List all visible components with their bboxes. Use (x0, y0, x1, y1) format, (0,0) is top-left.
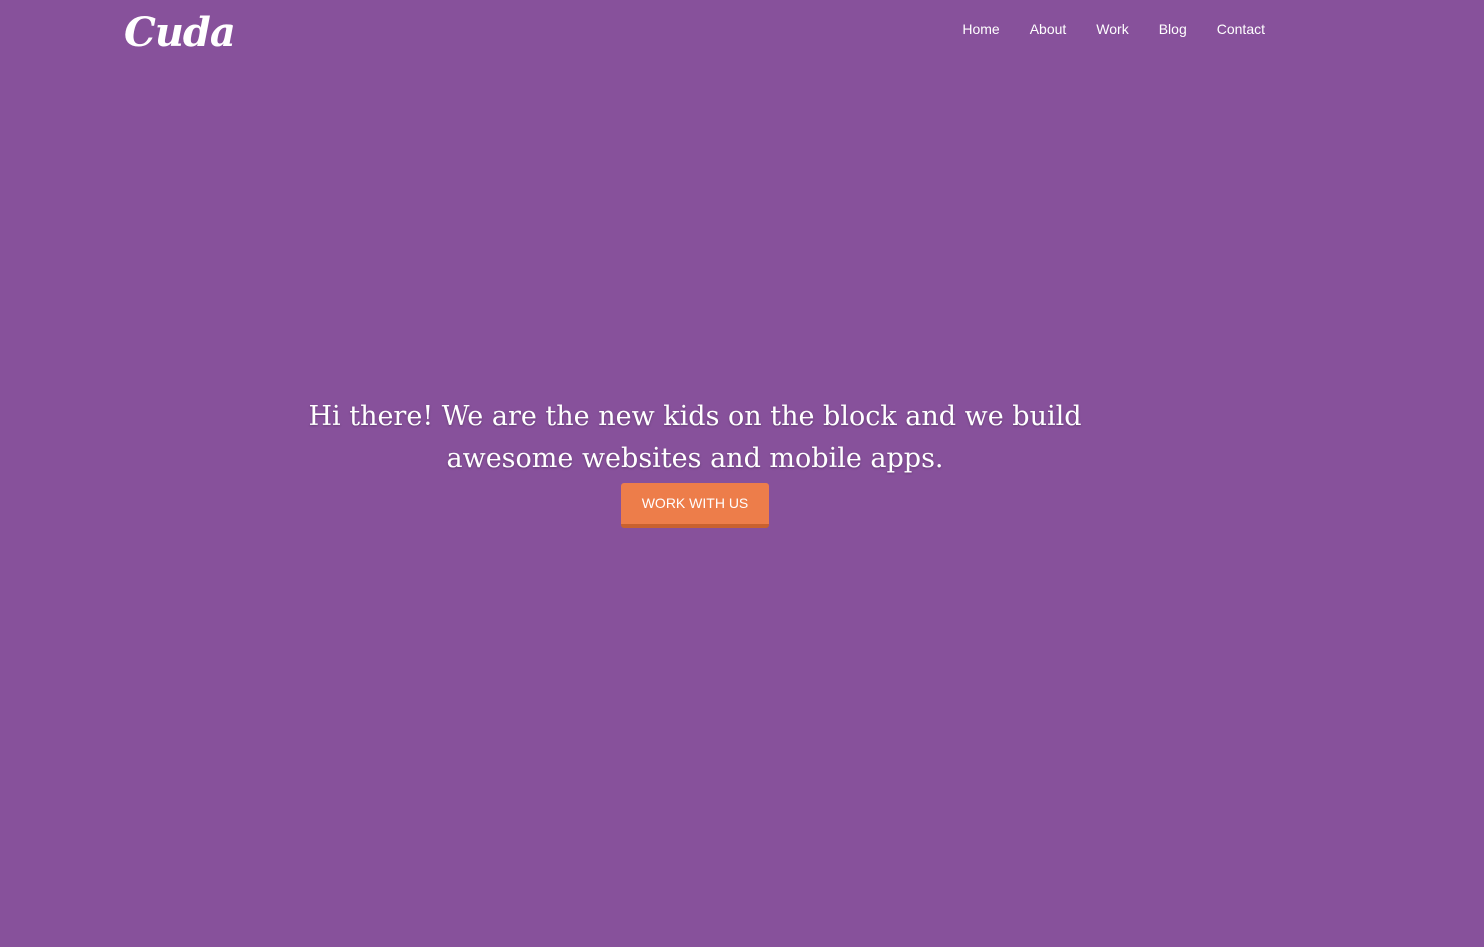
page: Cuda Home About Work Blog Contact Hi the… (0, 0, 1484, 947)
hero-headline: Hi there! We are the new kids on the blo… (0, 396, 1390, 480)
hero-headline-line-1: Hi there! We are the new kids on the blo… (308, 401, 1082, 432)
main-nav: Home About Work Blog Contact (932, 20, 1265, 38)
hero-section: Hi there! We are the new kids on the blo… (0, 396, 1390, 528)
work-with-us-button[interactable]: WORK WITH US (621, 483, 769, 528)
nav-item-about[interactable]: About (1030, 20, 1067, 38)
hero-headline-line-2: awesome websites and mobile apps. (446, 443, 944, 474)
nav-item-home[interactable]: Home (962, 20, 999, 38)
nav-item-contact[interactable]: Contact (1217, 20, 1265, 38)
cuda-logo[interactable]: Cuda (124, 10, 236, 56)
nav-item-blog[interactable]: Blog (1159, 20, 1187, 38)
nav-item-work[interactable]: Work (1096, 20, 1128, 38)
